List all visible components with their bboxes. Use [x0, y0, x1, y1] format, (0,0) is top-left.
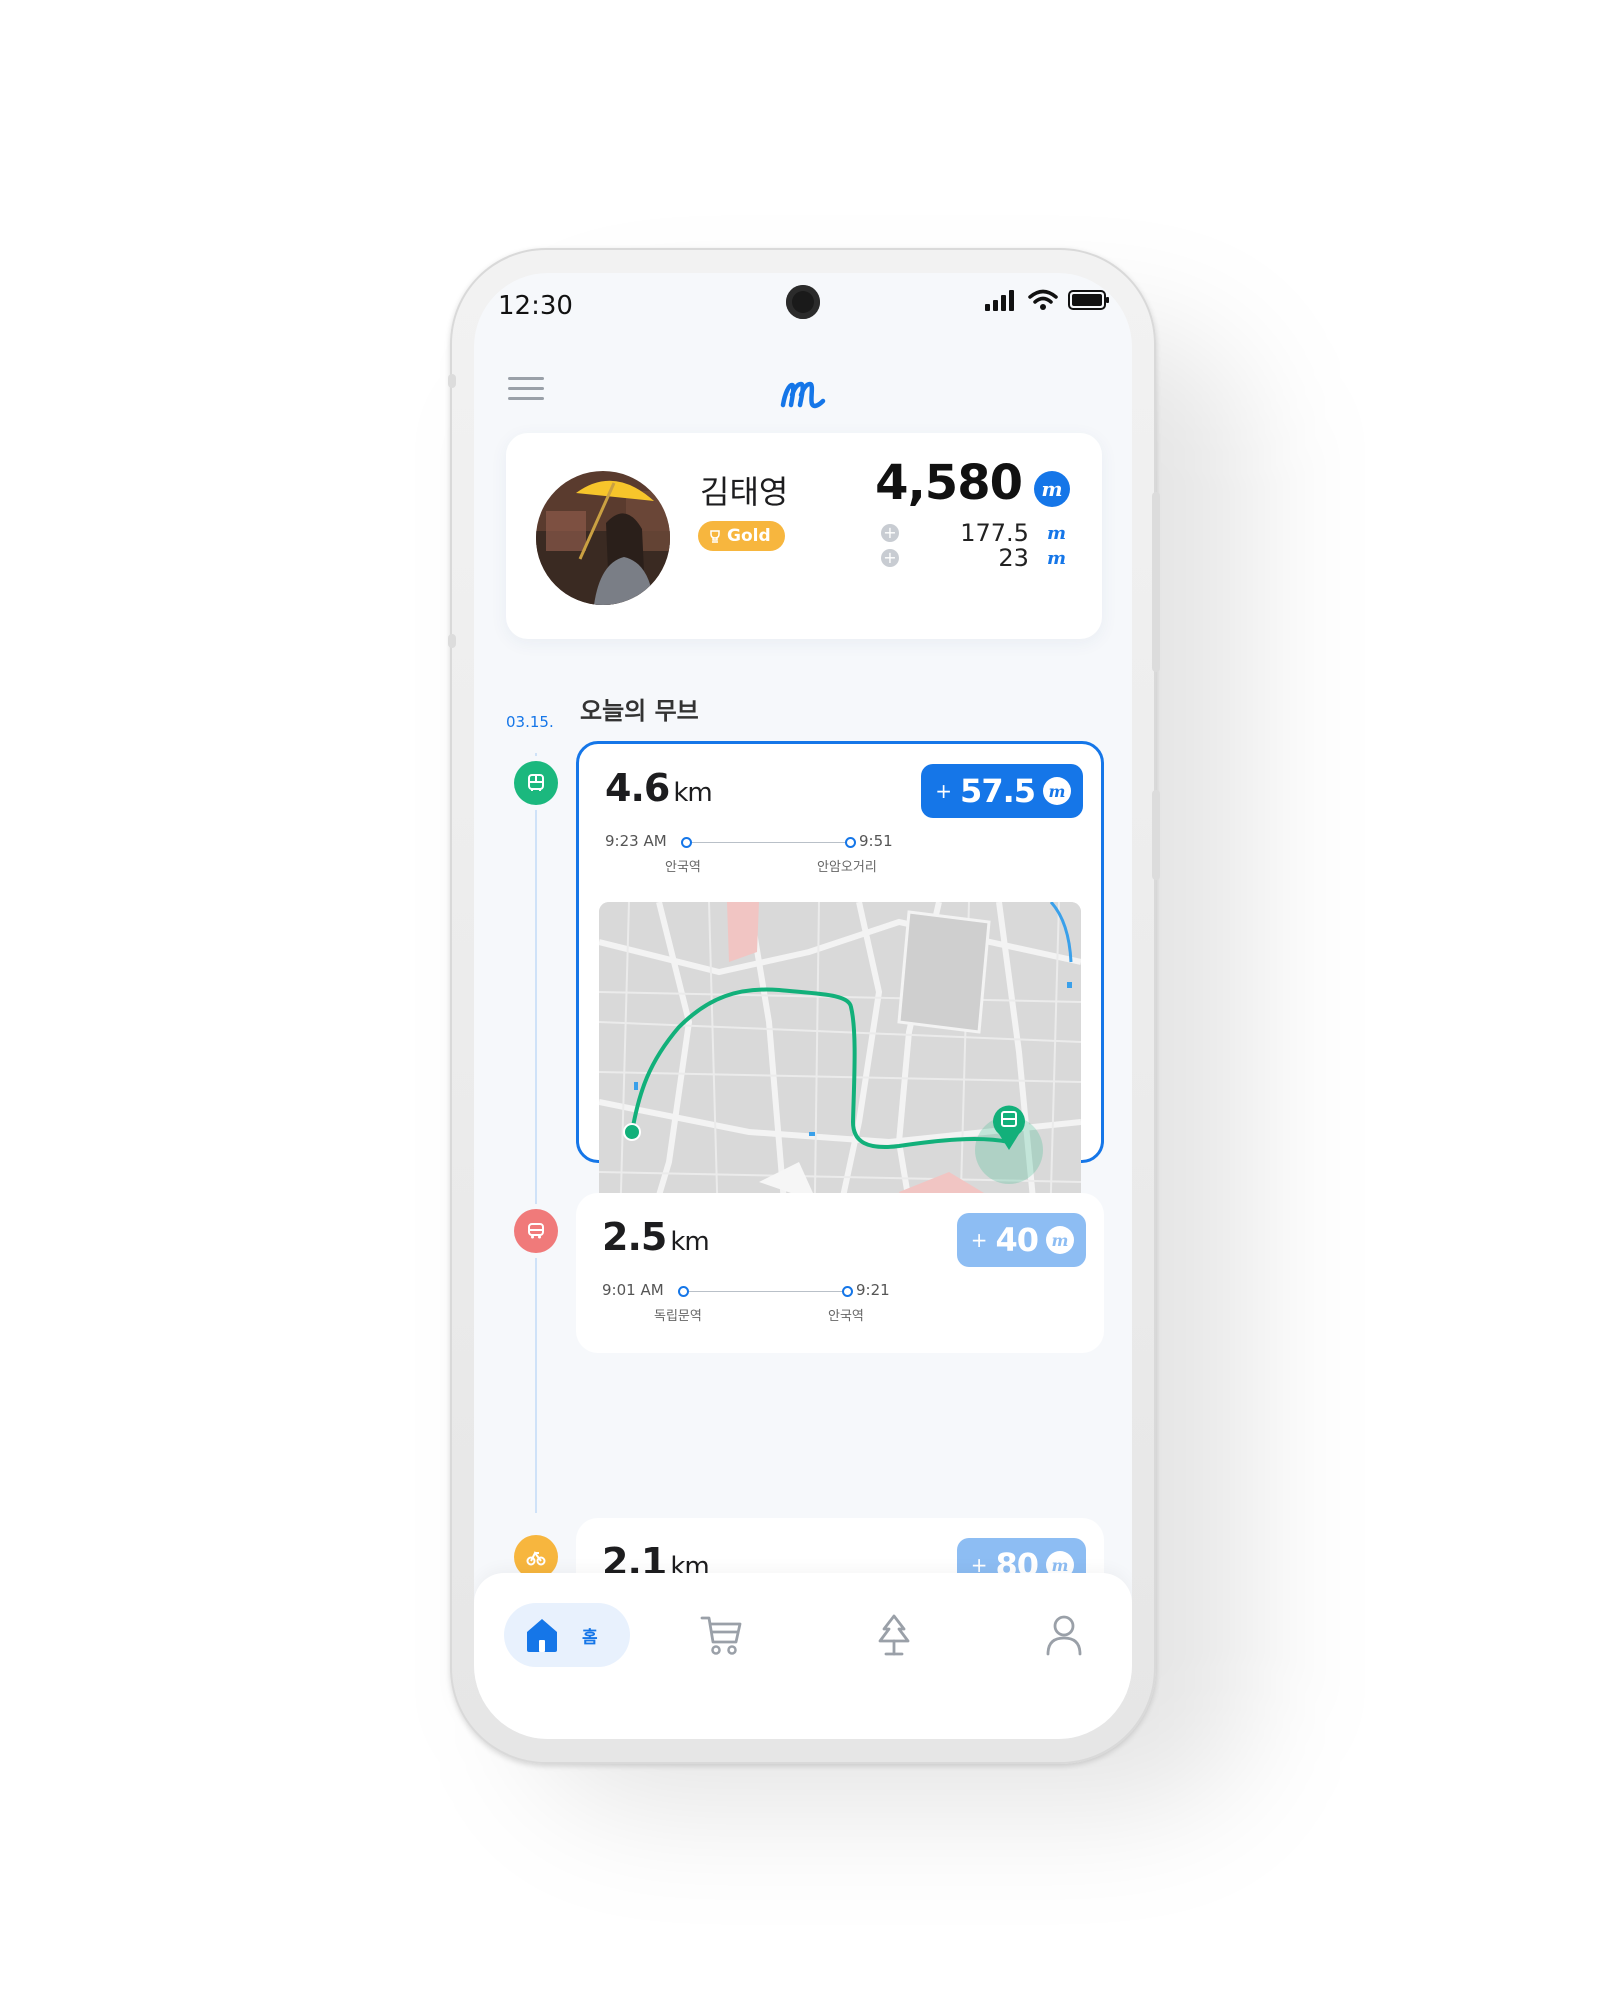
trip-distance: 2.5 km — [602, 1215, 710, 1259]
distance-unit: km — [673, 778, 712, 808]
destination-name: 안암오거리 — [817, 860, 877, 875]
user-name: 김태영 — [700, 473, 789, 511]
arrive-time: 9:21 — [856, 1281, 890, 1299]
bus-icon — [514, 761, 558, 805]
m-coin-icon: m — [1046, 1226, 1074, 1254]
sub-points-value: 177.5 — [960, 519, 1029, 547]
origin-dot — [678, 1286, 689, 1297]
battery-icon — [1068, 290, 1109, 310]
profile-card[interactable]: 김태영 Gold 4,580 m + 177.5 m + 23 m — [506, 433, 1102, 639]
action-button — [448, 634, 456, 648]
route-row: 9:01 AM 9:21 독립문역 안국역 — [602, 1279, 902, 1327]
depart-time: 9:23 AM — [605, 832, 667, 850]
avatar-photo — [536, 471, 670, 605]
m-unit-icon: m — [1046, 547, 1066, 569]
sub-points-value: 23 — [998, 544, 1029, 572]
destination-name: 안국역 — [828, 1309, 864, 1324]
route-row: 9:23 AM 9:51 안국역 안암오거리 — [605, 830, 905, 878]
route-line — [680, 1291, 846, 1292]
phone-screen: 12:30 김태영 Gold 4,580 m + 177.5 m + 23 m … — [474, 273, 1132, 1739]
destination-dot — [842, 1286, 853, 1297]
reward-button[interactable]: + 40 m — [956, 1213, 1086, 1267]
status-icons — [984, 289, 1110, 311]
m-logo-icon — [780, 381, 826, 409]
car-icon — [514, 1209, 558, 1253]
volume-button — [448, 374, 456, 388]
trip-card[interactable]: 4.6 km + 57.5 m 9:23 AM 9:51 안국역 안암오거리 — [576, 741, 1104, 1262]
power-button — [1152, 492, 1160, 672]
reward-plus: + — [935, 779, 953, 803]
reward-button[interactable]: + 57.5 m — [921, 764, 1083, 818]
mockup-stage: 12:30 김태영 Gold 4,580 m + 177.5 m + 23 m … — [0, 0, 1600, 2000]
m-coin-icon: m — [1043, 777, 1071, 805]
trip-distance: 4.6 km — [605, 766, 713, 810]
tier-label: Gold — [727, 526, 771, 546]
distance-unit: km — [670, 1227, 709, 1257]
bottom-nav: 홈 — [474, 1573, 1132, 1739]
nav-home[interactable]: 홈 — [504, 1603, 630, 1667]
reward-value: 40 — [995, 1221, 1039, 1259]
tier-badge: Gold — [698, 521, 785, 551]
timeline-date: 03.15. — [506, 713, 554, 731]
reward-value: 57.5 — [960, 772, 1036, 810]
sub-points-row: + 23 m — [880, 544, 1066, 572]
hamburger-menu-icon[interactable] — [508, 377, 544, 407]
cart-icon[interactable] — [698, 1611, 746, 1659]
plus-circle-icon: + — [880, 549, 899, 567]
arrive-time: 9:51 — [859, 832, 893, 850]
tree-icon[interactable] — [870, 1611, 918, 1659]
signal-icon — [985, 290, 1014, 311]
trophy-icon — [710, 530, 720, 543]
nav-home-label: 홈 — [582, 1627, 598, 1648]
plus-circle-icon: + — [880, 524, 899, 542]
points-total: 4,580 — [875, 455, 1023, 511]
depart-time: 9:01 AM — [602, 1281, 664, 1299]
distance-value: 2.5 — [602, 1215, 667, 1259]
profile-icon[interactable] — [1040, 1611, 1088, 1659]
trip-card[interactable]: 2.5 km + 40 m 9:01 AM 9:21 독립문역 안국역 — [576, 1193, 1104, 1353]
route-line — [683, 842, 849, 843]
front-camera — [786, 285, 820, 319]
origin-dot — [681, 837, 692, 848]
home-icon — [527, 1619, 557, 1652]
origin-name: 안국역 — [665, 860, 701, 875]
section-title: 오늘의 무브 — [580, 697, 699, 725]
distance-value: 4.6 — [605, 766, 670, 810]
m-coin-icon: m — [1034, 471, 1070, 507]
status-time: 12:30 — [498, 291, 573, 321]
origin-name: 독립문역 — [654, 1309, 702, 1324]
m-unit-icon: m — [1046, 522, 1066, 544]
status-bar: 12:30 — [474, 273, 1132, 333]
wifi-icon — [1028, 289, 1058, 310]
destination-dot — [845, 837, 856, 848]
avatar[interactable] — [536, 471, 670, 605]
sub-points-row: + 177.5 m — [880, 519, 1066, 547]
timeline-line — [535, 753, 537, 1513]
reward-plus: + — [970, 1228, 988, 1252]
side-button — [1152, 790, 1160, 880]
app-header — [474, 363, 1132, 423]
